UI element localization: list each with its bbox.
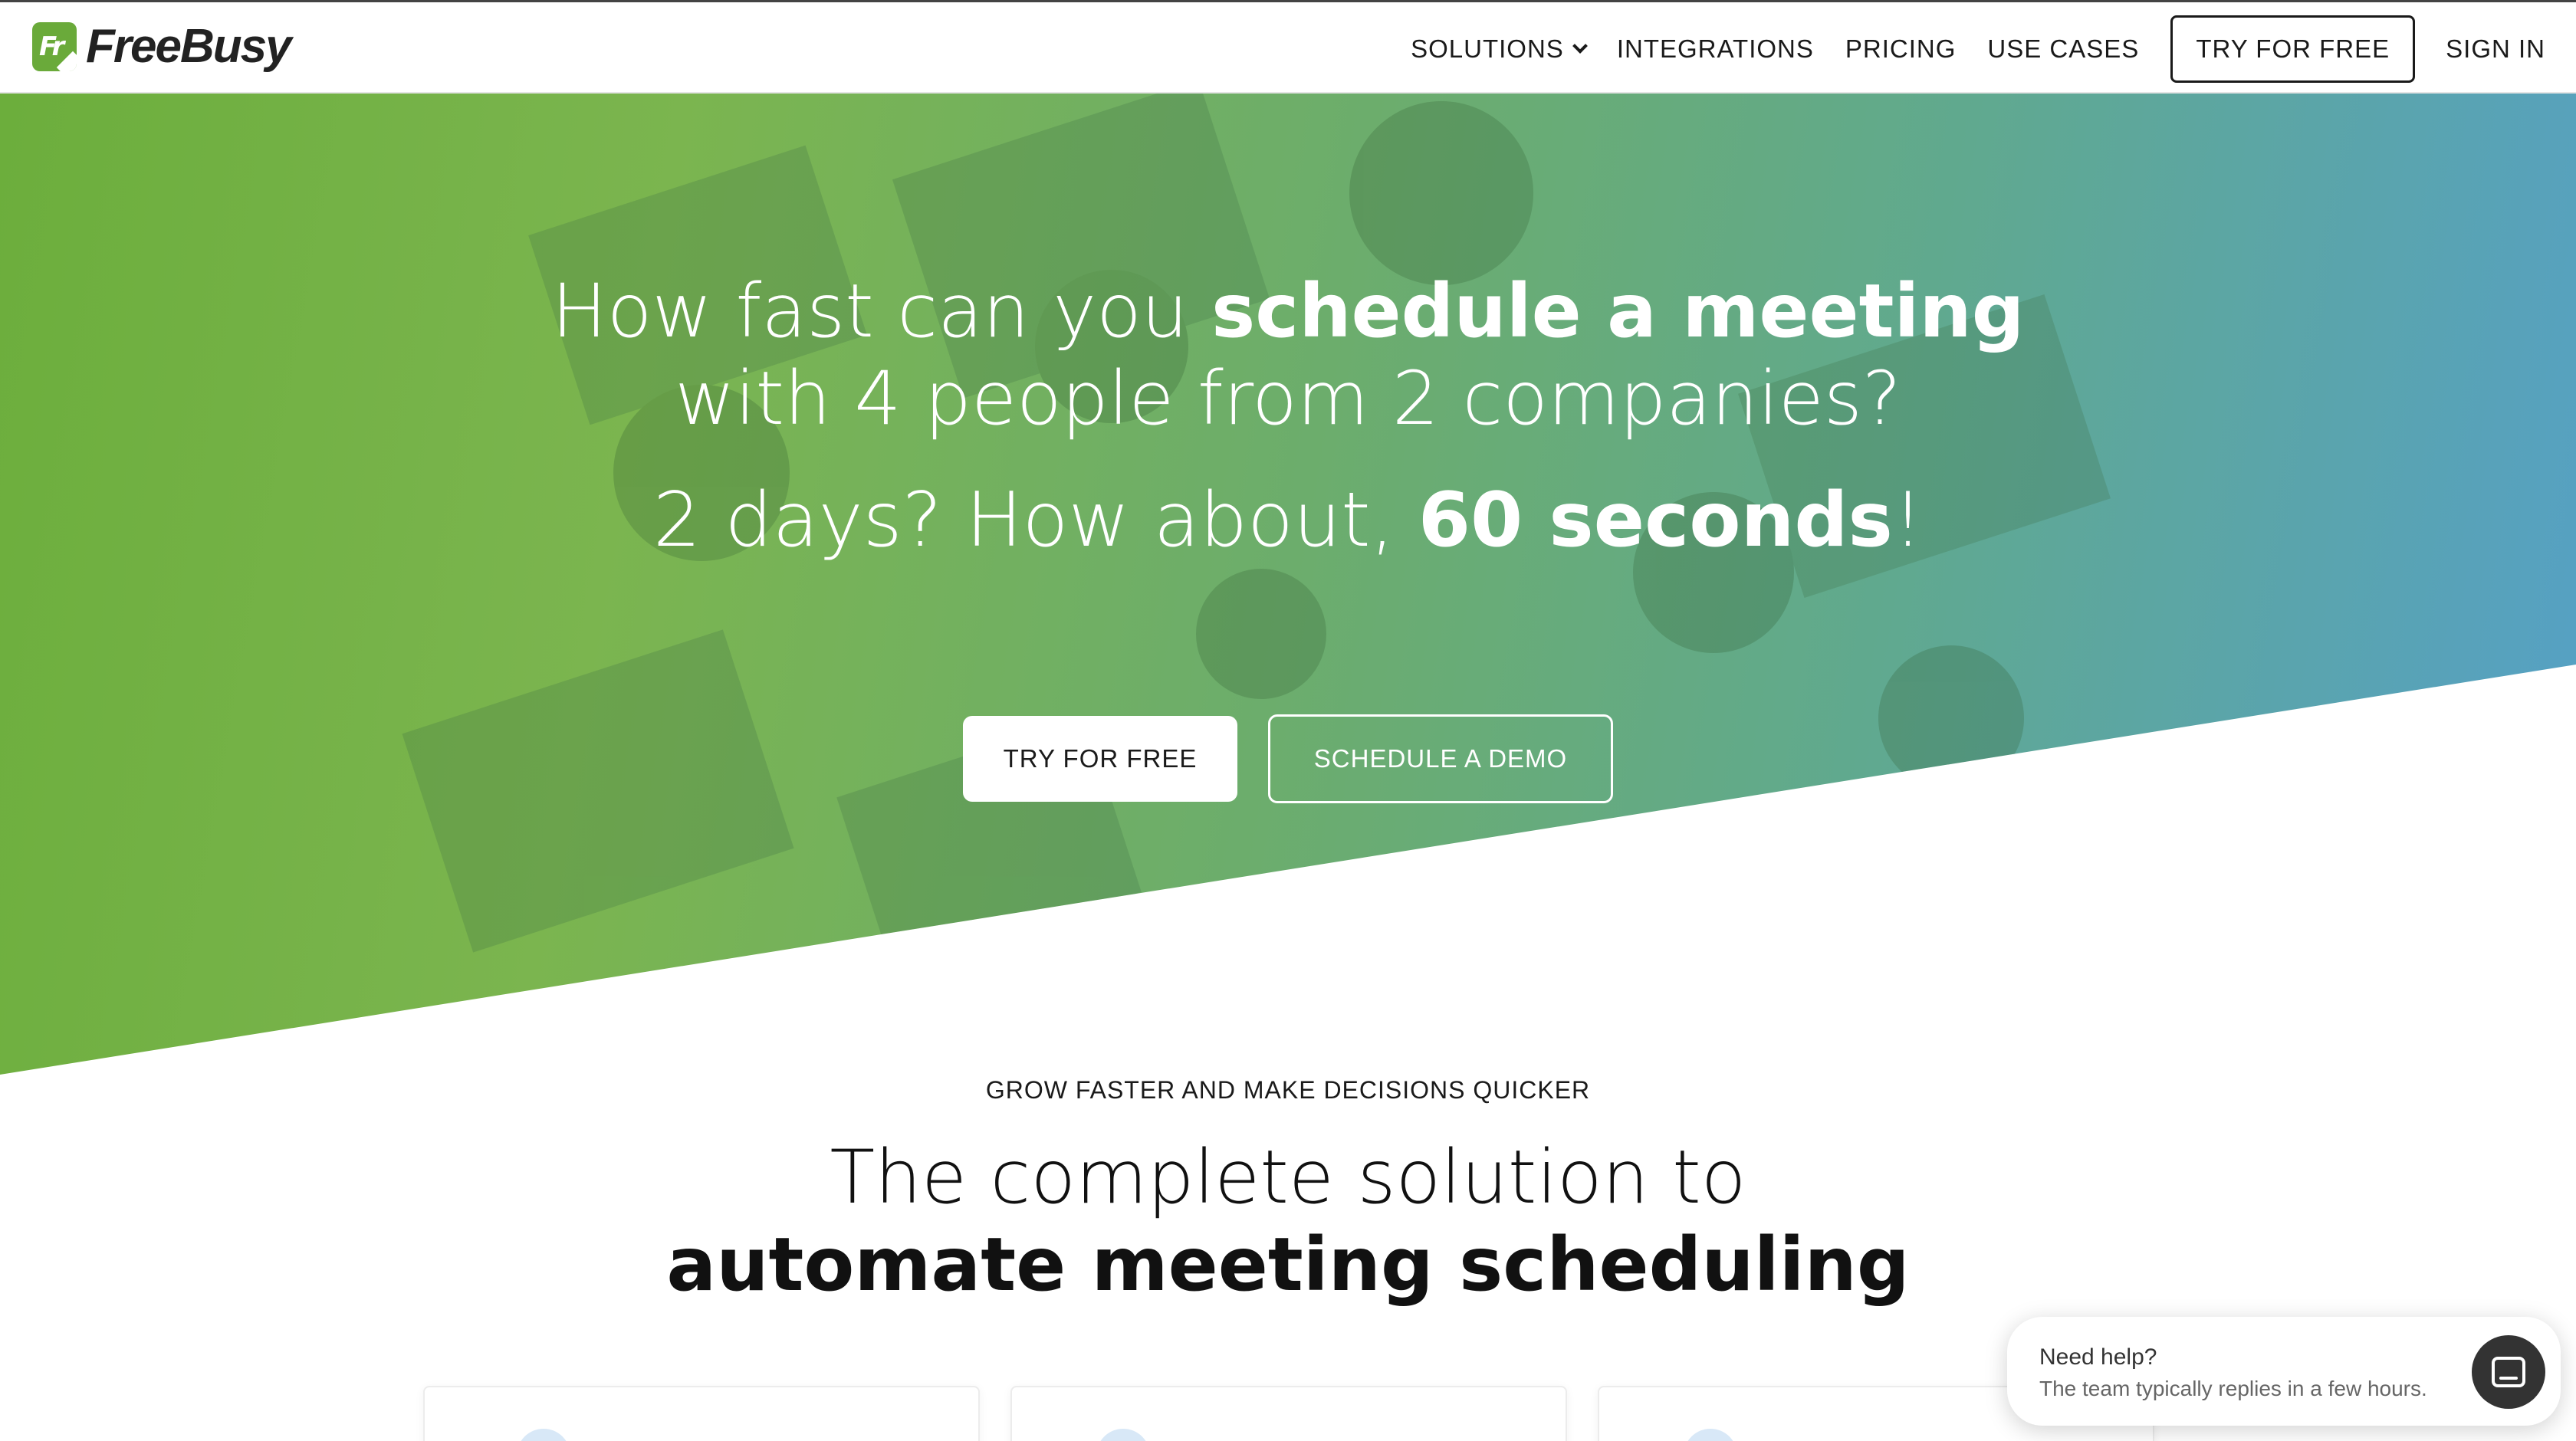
hero-banner: How fast can you schedule a meeting with… xyxy=(0,94,2576,1075)
feature-card-icon xyxy=(1096,1429,1150,1441)
logo-mark-icon: Fr xyxy=(32,21,77,71)
nav-solutions-label: SOLUTIONS xyxy=(1411,34,1564,63)
help-chat-widget[interactable]: Need help? The team typically replies in… xyxy=(2007,1317,2561,1426)
nav-solutions[interactable]: SOLUTIONS xyxy=(1411,34,1588,64)
help-title: Need help? xyxy=(2039,1344,2157,1370)
section-heading-bold: automate meeting scheduling xyxy=(666,1222,1910,1308)
feature-card-1[interactable] xyxy=(423,1386,980,1441)
nav-use-cases[interactable]: USE CASES xyxy=(1987,34,2139,64)
hero-headline-line-1: How fast can you schedule a meeting xyxy=(551,268,2025,354)
chevron-down-icon xyxy=(1572,38,1588,54)
hero-headline-line-2: with 4 people from 2 companies? xyxy=(675,356,1901,441)
schedule-demo-button[interactable]: SCHEDULE A DEMO xyxy=(1268,714,1613,803)
nav-pricing[interactable]: PRICING xyxy=(1845,34,1957,64)
main-nav: SOLUTIONS INTEGRATIONS PRICING USE CASES… xyxy=(1411,2,2576,96)
help-subtitle: The team typically replies in a few hour… xyxy=(2039,1377,2427,1400)
section-eyebrow: GROW FASTER AND MAKE DECISIONS QUICKER xyxy=(985,1076,1591,1104)
chat-launcher-button[interactable] xyxy=(2472,1335,2545,1409)
nav-try-for-free-button[interactable]: TRY FOR FREE xyxy=(2170,15,2416,83)
nav-integrations[interactable]: INTEGRATIONS xyxy=(1617,34,1814,64)
logo-text: FreeBusy xyxy=(86,20,292,73)
feature-card-2[interactable] xyxy=(1010,1386,1567,1441)
feature-card-icon xyxy=(1684,1429,1737,1441)
hero-subheadline: 2 days? How about, 60 seconds! xyxy=(652,477,1924,564)
nav-sign-in-link[interactable]: SIGN IN xyxy=(2446,34,2545,64)
hero-background-photo xyxy=(0,94,2576,1075)
feature-card-icon xyxy=(517,1429,570,1441)
section-heading-light: The complete solution to xyxy=(830,1134,1746,1220)
hero-try-for-free-button[interactable]: TRY FOR FREE xyxy=(963,716,1237,802)
chat-icon xyxy=(2492,1357,2525,1387)
freebusy-logo[interactable]: Fr FreeBusy xyxy=(32,19,292,74)
top-navigation-bar: Fr FreeBusy SOLUTIONS INTEGRATIONS PRICI… xyxy=(0,0,2576,94)
